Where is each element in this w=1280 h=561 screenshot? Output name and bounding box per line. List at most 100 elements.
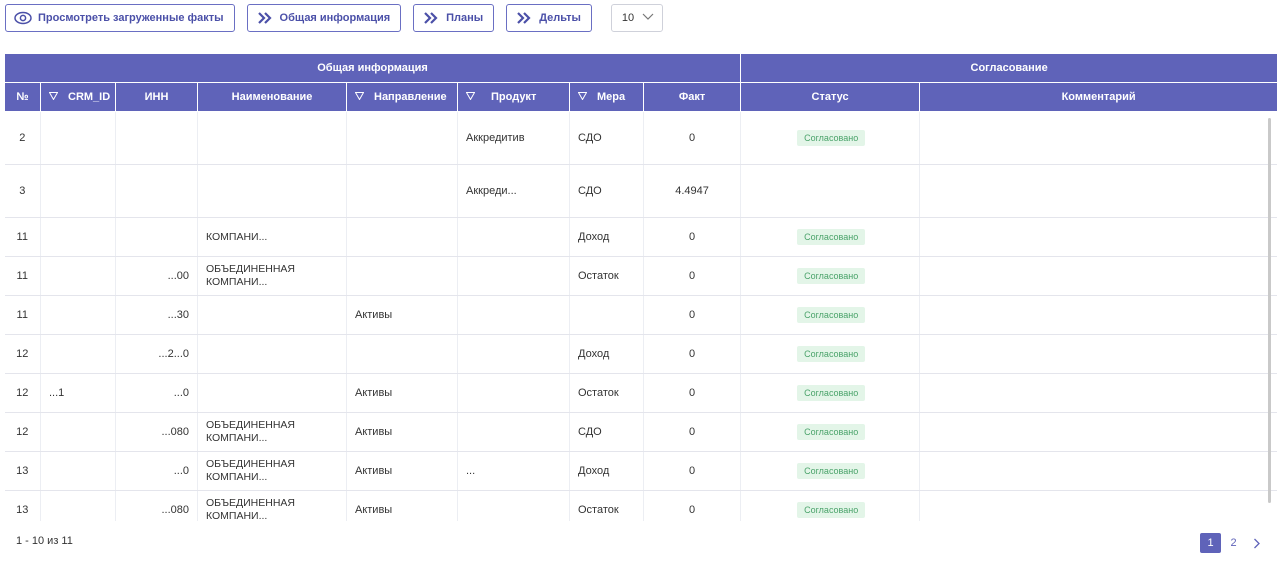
cell-measure-text: Остаток [578, 270, 619, 282]
cell-product-text: Аккредитив [466, 132, 525, 144]
cell-measure: СДО [569, 111, 644, 165]
col-header-name[interactable]: Наименование [197, 82, 347, 112]
cell-name-text: ОБЪЕДИНЕННАЯ КОМПАНИ... [206, 497, 296, 521]
cell-product [457, 373, 570, 413]
col-header-fact[interactable]: Факт [642, 82, 742, 112]
cell-status: Согласовано [740, 334, 921, 374]
cell-name: ОБЪЕДИНЕННАЯ КОМПАНИ... [197, 490, 347, 521]
table-row[interactable]: 3 Аккреди... СДО 4.4947 [4, 164, 1277, 218]
cell-name: ОБЪЕДИНЕННАЯ КОМПАНИ... [197, 256, 347, 296]
cell-name-text: КОМПАНИ... [206, 230, 268, 243]
double-chevron-right-icon [256, 11, 274, 25]
cell-product: Аккредитив [457, 111, 570, 165]
col-header-product[interactable]: Продукт [457, 82, 570, 112]
filter-icon[interactable] [48, 91, 59, 103]
cell-comment [919, 217, 1277, 257]
facts-table: Общая информация Согласование № CRM_ID И… [4, 53, 1277, 521]
cell-num-text: 11 [16, 231, 28, 243]
cell-fact: 0 [643, 412, 742, 452]
cell-fact-text: 0 [688, 465, 696, 477]
filter-icon[interactable] [465, 91, 476, 103]
cell-measure-text: Доход [578, 348, 610, 360]
cell-fact: 0 [643, 373, 742, 413]
cell-inn-text: ...080 [161, 504, 189, 516]
cell-crm-id: ...1 [40, 373, 116, 413]
cell-name [197, 164, 347, 218]
cell-inn-text: ...0 [173, 387, 189, 399]
cell-num: 2 [4, 111, 41, 165]
cell-name [197, 295, 347, 335]
vertical-scrollbar[interactable] [1268, 118, 1271, 503]
cell-inn: ...0 [115, 451, 198, 491]
col-header-crm-id[interactable]: CRM_ID [40, 82, 116, 112]
cell-inn: ...2...0 [115, 334, 198, 374]
cell-num: 11 [4, 256, 41, 296]
cell-fact: 0 [643, 111, 742, 165]
col-header-comment[interactable]: Комментарий [919, 82, 1277, 112]
status-badge: Согласовано [797, 307, 866, 323]
table-row[interactable]: 13 ...0 ОБЪЕДИНЕННАЯ КОМПАНИ... Активы... До… [4, 451, 1277, 491]
deltas-button[interactable]: Дельты [506, 4, 592, 32]
cell-direction [346, 217, 458, 257]
cell-fact: 0 [643, 490, 742, 521]
general-info-button[interactable]: Общая информация [246, 4, 402, 32]
chevron-down-icon [642, 12, 654, 24]
page-size-select[interactable]: 10 [610, 4, 663, 32]
page-button-2[interactable]: 2 [1223, 533, 1244, 553]
filter-icon[interactable] [354, 91, 365, 103]
cell-inn-text: ...0 [173, 465, 189, 477]
table-row[interactable]: 12 ...1 ...0 Активы Остаток 0 Согласовано [4, 373, 1277, 413]
group-header-general: Общая информация [4, 53, 742, 83]
status-badge: Согласовано [797, 502, 866, 518]
cell-direction-text: Активы [355, 387, 393, 399]
filter-icon[interactable] [577, 91, 588, 103]
status-badge: Согласовано [797, 463, 866, 479]
cell-measure-text: Остаток [578, 504, 619, 516]
table-row[interactable]: 12 ...080 ОБЪЕДИНЕННАЯ КОМПАНИ... Активы СДО… [4, 412, 1277, 452]
cell-fact-text: 0 [688, 132, 696, 144]
double-chevron-right-icon [515, 11, 533, 25]
cell-fact: 4.4947 [643, 164, 742, 218]
cell-comment [919, 256, 1277, 296]
cell-num-text: 11 [16, 270, 28, 282]
col-header-num[interactable]: № [4, 82, 41, 112]
cell-status: Согласовано [740, 373, 921, 413]
cell-fact-text: 0 [688, 309, 696, 321]
col-header-direction[interactable]: Направление [346, 82, 458, 112]
cell-comment [919, 451, 1277, 491]
cell-product: Аккреди... [457, 164, 570, 218]
cell-num-text: 11 [16, 309, 28, 321]
chevron-right-icon[interactable] [1246, 533, 1267, 553]
cell-inn: ...30 [115, 295, 198, 335]
cell-crm-id [40, 451, 116, 491]
view-loaded-facts-button[interactable]: Просмотреть загруженные факты [5, 4, 235, 32]
cell-measure-text: СДО [578, 426, 602, 438]
table-row[interactable]: 11 ...30 Активы 0 Согласовано [4, 295, 1277, 335]
table-row[interactable]: 13 ...080 ОБЪЕДИНЕННАЯ КОМПАНИ... Активы Ост… [4, 490, 1277, 521]
status-badge: Согласовано [797, 346, 866, 362]
table-row[interactable]: 2 Аккредитив СДО 0 Согласовано [4, 111, 1277, 165]
cell-direction-text: Активы [355, 465, 393, 477]
double-chevron-right-icon [422, 11, 440, 25]
col-header-measure[interactable]: Мера [569, 82, 644, 112]
cell-num: 12 [4, 334, 41, 374]
cell-fact: 0 [643, 256, 742, 296]
plans-label: Планы [446, 12, 484, 24]
table-row[interactable]: 11 ...00 ОБЪЕДИНЕННАЯ КОМПАНИ... Остаток 0 Со… [4, 256, 1277, 296]
cell-inn: ...0 [115, 373, 198, 413]
page-button-1[interactable]: 1 [1200, 533, 1221, 553]
plans-button[interactable]: Планы [413, 4, 495, 32]
cell-crm-id [40, 490, 116, 521]
table-row[interactable]: 11 КОМПАНИ... Доход 0 Согласовано [4, 217, 1277, 257]
cell-product [457, 334, 570, 374]
cell-direction: Активы [346, 490, 458, 521]
cell-fact-text: 0 [688, 231, 696, 243]
cell-num-text: 2 [19, 132, 26, 144]
cell-product [457, 295, 570, 335]
cell-status: Согласовано [740, 412, 921, 452]
col-header-status[interactable]: Статус [740, 82, 921, 112]
status-badge: Согласовано [797, 385, 866, 401]
cell-status: Согласовано [740, 451, 921, 491]
table-row[interactable]: 12 ...2...0 Доход 0 Согласовано [4, 334, 1277, 374]
col-header-inn[interactable]: ИНН [115, 82, 198, 112]
